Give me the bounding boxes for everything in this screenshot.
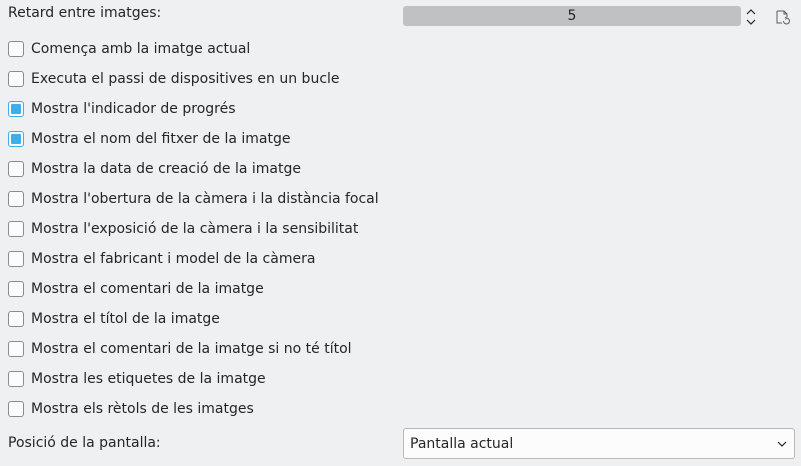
- option-label: Comença amb la imatge actual: [31, 41, 251, 57]
- option-row[interactable]: Executa el passi de dispositives en un b…: [8, 68, 340, 90]
- option-checkbox[interactable]: [8, 101, 24, 117]
- screen-position-label: Posició de la pantalla:: [8, 435, 161, 451]
- option-row[interactable]: Mostra el nom del fitxer de la imatge: [8, 128, 290, 150]
- option-row[interactable]: Mostra l'indicador de progrés: [8, 98, 236, 120]
- option-label: Mostra els rètols de les imatges: [31, 401, 254, 417]
- option-label: Mostra l'indicador de progrés: [31, 101, 236, 117]
- option-label: Mostra la data de creació de la imatge: [31, 161, 301, 177]
- option-label: Mostra el títol de la imatge: [31, 311, 220, 327]
- option-label: Mostra el nom del fitxer de la imatge: [31, 131, 291, 147]
- delay-row: Retard entre imatges: 5: [0, 0, 801, 34]
- option-label: Mostra les etiquetes de la imatge: [31, 371, 266, 387]
- option-row[interactable]: Mostra l'obertura de la càmera i la dist…: [8, 188, 379, 210]
- option-checkbox[interactable]: [8, 161, 24, 177]
- delay-label: Retard entre imatges:: [8, 5, 162, 21]
- option-label: Mostra l'exposició de la càmera i la sen…: [31, 221, 359, 237]
- screen-position-row: Posició de la pantalla: Pantalla actual: [0, 426, 801, 462]
- option-row[interactable]: Mostra les etiquetes de la imatge: [8, 368, 266, 390]
- option-row[interactable]: Mostra els rètols de les imatges: [8, 398, 254, 420]
- option-label: Mostra l'obertura de la càmera i la dist…: [31, 191, 379, 207]
- option-checkbox[interactable]: [8, 131, 24, 147]
- option-label: Mostra el comentari de la imatge: [31, 281, 264, 297]
- option-checkbox[interactable]: [8, 341, 24, 357]
- option-checkbox[interactable]: [8, 311, 24, 327]
- option-checkbox[interactable]: [8, 281, 24, 297]
- reset-default-icon[interactable]: [773, 8, 791, 26]
- screen-position-value: Pantalla actual: [410, 436, 514, 452]
- option-row[interactable]: Mostra l'exposició de la càmera i la sen…: [8, 218, 358, 240]
- option-label: Mostra el comentari de la imatge si no t…: [31, 341, 352, 357]
- up-down-chevron-icon[interactable]: [744, 6, 758, 28]
- option-label: Mostra el fabricant i model de la càmera: [31, 251, 316, 267]
- option-checkbox[interactable]: [8, 401, 24, 417]
- option-checkbox[interactable]: [8, 191, 24, 207]
- delay-spinbox[interactable]: 5: [403, 6, 741, 26]
- option-checkbox[interactable]: [8, 371, 24, 387]
- option-checkbox[interactable]: [8, 41, 24, 57]
- option-row[interactable]: Mostra el fabricant i model de la càmera: [8, 248, 315, 270]
- option-row[interactable]: Mostra la data de creació de la imatge: [8, 158, 301, 180]
- option-checkbox[interactable]: [8, 251, 24, 267]
- screen-position-combo[interactable]: Pantalla actual: [403, 428, 795, 459]
- option-row[interactable]: Mostra el comentari de la imatge: [8, 278, 264, 300]
- option-row[interactable]: Mostra el títol de la imatge: [8, 308, 220, 330]
- option-row[interactable]: Comença amb la imatge actual: [8, 38, 250, 60]
- chevron-down-icon: [776, 438, 788, 450]
- option-checkbox[interactable]: [8, 71, 24, 87]
- option-checkbox[interactable]: [8, 221, 24, 237]
- option-label: Executa el passi de dispositives en un b…: [31, 71, 340, 87]
- option-row[interactable]: Mostra el comentari de la imatge si no t…: [8, 338, 352, 360]
